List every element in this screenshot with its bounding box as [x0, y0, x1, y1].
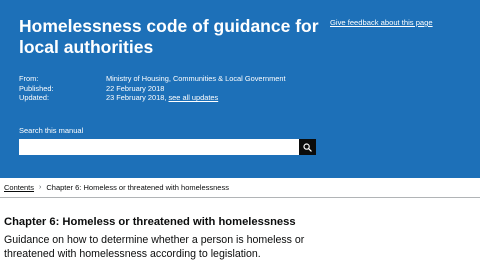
chapter-description: Guidance on how to determine whether a p… — [4, 234, 305, 260]
updated-label: Updated: — [19, 93, 49, 103]
search-button[interactable] — [299, 139, 316, 155]
chapter-title: Chapter 6: Homeless or threatened with h… — [4, 216, 296, 228]
metadata-row-published: Published: 22 February 2018 — [19, 84, 319, 94]
from-label: From: — [19, 74, 39, 83]
published-label: Published: — [19, 83, 54, 93]
breadcrumb-current: Chapter 6: Homeless or threatened with h… — [46, 183, 229, 192]
header-banner: Homelessness code of guidance for local … — [0, 0, 480, 178]
metadata-list: From: Ministry of Housing, Communities &… — [19, 74, 319, 103]
chevron-right-icon: › — [39, 184, 42, 191]
search-icon — [303, 142, 312, 152]
page-title: Homelessness code of guidance for local … — [19, 16, 319, 57]
divider — [0, 197, 480, 198]
updated-value: 23 February 2018, — [106, 93, 167, 103]
see-all-updates-link[interactable]: see all updates — [168, 93, 218, 102]
search-label: Search this manual — [19, 126, 84, 135]
updated-value-group: 23 February 2018, see all updates — [106, 93, 218, 103]
feedback-link[interactable]: Give feedback about this page — [330, 18, 433, 27]
search-input[interactable] — [19, 139, 299, 155]
from-value: Ministry of Housing, Communities & Local… — [106, 74, 286, 83]
breadcrumb-contents-link[interactable]: Contents — [4, 183, 34, 193]
published-value: 22 February 2018 — [106, 83, 165, 93]
metadata-row-from: From: Ministry of Housing, Communities &… — [19, 74, 319, 84]
metadata-row-updated: Updated: 23 February 2018, see all updat… — [19, 93, 319, 103]
breadcrumb: Contents › Chapter 6: Homeless or threat… — [4, 183, 229, 193]
